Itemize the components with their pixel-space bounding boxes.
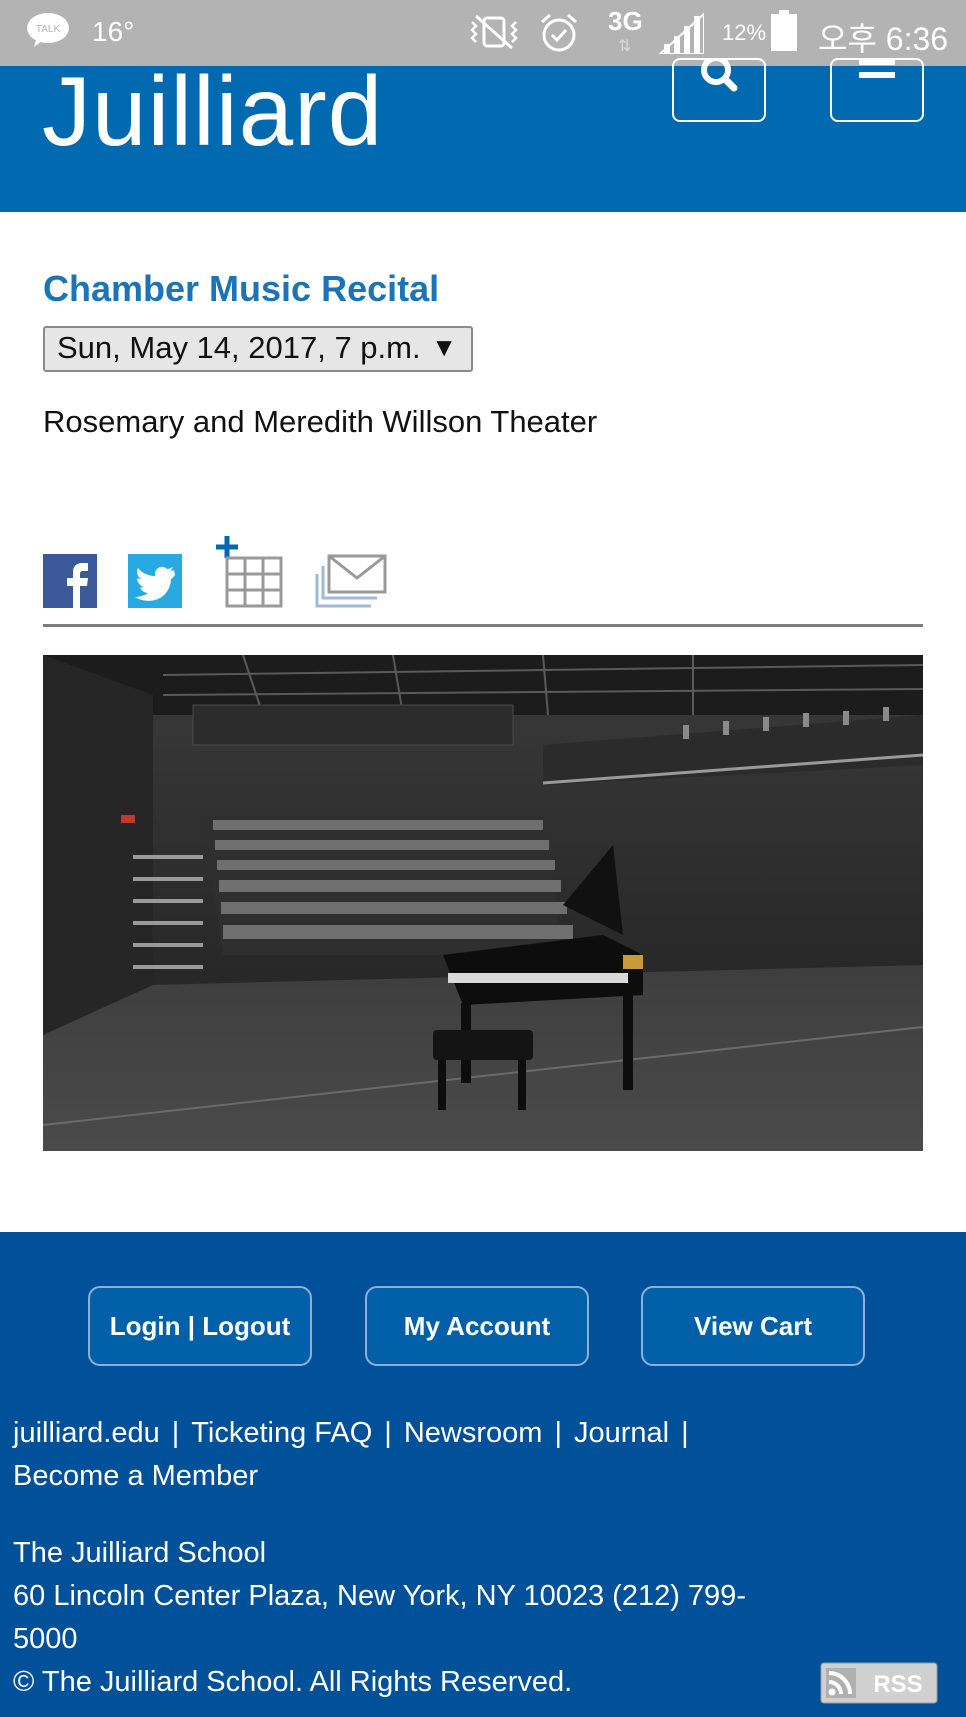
search-icon — [701, 55, 738, 92]
talk-icon: TALK — [27, 13, 69, 47]
twitter-icon[interactable] — [128, 554, 182, 608]
search-button[interactable] — [672, 55, 766, 122]
link-separator: | — [681, 1417, 689, 1449]
link-separator: | — [171, 1417, 180, 1449]
performance-date-select[interactable]: Sun, May 14, 2017, 7 p.m. ▼ — [43, 326, 473, 372]
signal-icon — [658, 12, 704, 54]
link-newsroom[interactable]: Newsroom — [404, 1417, 543, 1449]
email-icon[interactable] — [315, 554, 387, 610]
svg-text:TALK: TALK — [36, 24, 61, 35]
site-header: Juilliard — [0, 55, 966, 212]
link-become-member[interactable]: Become a Member — [13, 1460, 258, 1492]
divider — [43, 624, 923, 627]
vibrate-off-icon — [470, 14, 518, 50]
battery-icon — [771, 10, 797, 51]
dropdown-arrow-icon: ▼ — [431, 332, 457, 362]
hamburger-menu-icon — [859, 60, 895, 78]
rss-feed-button[interactable]: RSS — [820, 1662, 938, 1704]
facebook-icon[interactable] — [43, 554, 97, 608]
link-ticketing-faq[interactable]: Ticketing FAQ — [191, 1417, 372, 1449]
site-footer: Login | Logout My Account View Cart juil… — [0, 1232, 966, 1717]
event-title: Chamber Music Recital — [43, 268, 440, 309]
street-address: 60 Lincoln Center Plaza, New York, NY 10… — [13, 1580, 746, 1655]
temperature: 16° — [92, 16, 135, 47]
battery-percent: 12% — [722, 20, 767, 45]
link-journal[interactable]: Journal — [574, 1417, 669, 1449]
alarm-icon — [541, 13, 577, 52]
venue-name: Rosemary and Meredith Willson Theater — [43, 404, 598, 439]
clock: 오후 6:36 — [818, 21, 949, 57]
share-bar — [43, 530, 443, 610]
footer-links: juilliard.edu | Ticketing FAQ | Newsroom | Jou… — [13, 1412, 773, 1498]
theater-photo — [43, 655, 923, 1151]
data-arrows-icon: ⇅ — [618, 38, 632, 55]
add-to-calendar-icon[interactable] — [213, 536, 285, 608]
rss-label: RSS — [873, 1671, 922, 1698]
juilliard-logo[interactable]: Juilliard — [42, 57, 383, 166]
login-logout-button[interactable]: Login | Logout — [88, 1286, 312, 1366]
footer-address: The Juilliard School 60 Lincoln Center P… — [13, 1532, 773, 1704]
school-name: The Juilliard School — [13, 1537, 267, 1569]
view-cart-button[interactable]: View Cart — [641, 1286, 865, 1366]
menu-button[interactable] — [830, 58, 924, 122]
date-select-value: Sun, May 14, 2017, 7 p.m. — [57, 330, 421, 365]
my-account-button[interactable]: My Account — [365, 1286, 589, 1366]
link-separator: | — [384, 1417, 392, 1449]
link-juilliard-edu[interactable]: juilliard.edu — [13, 1417, 160, 1449]
rss-icon — [826, 1668, 856, 1698]
copyright: © The Juilliard School. All Rights Reser… — [13, 1666, 573, 1698]
link-separator: | — [554, 1417, 562, 1449]
network-type: 3G — [608, 6, 643, 36]
